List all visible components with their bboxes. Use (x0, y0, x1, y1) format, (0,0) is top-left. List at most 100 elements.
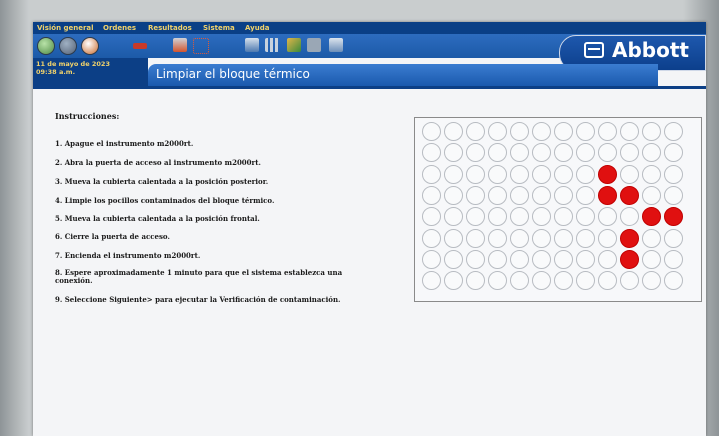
well (576, 122, 595, 141)
well (532, 164, 551, 184)
back-arrow-icon[interactable] (37, 37, 55, 55)
home-icon[interactable] (81, 37, 99, 55)
well (576, 228, 595, 248)
well (488, 143, 507, 163)
well (554, 185, 573, 205)
well (620, 207, 639, 227)
well (466, 228, 485, 248)
well (466, 185, 485, 205)
date-time-panel: 11 de mayo de 2023 09:38 a.m. (33, 58, 148, 86)
app-screen: Visión general Ordenes Resultados Sistem… (33, 22, 706, 436)
well (642, 185, 661, 205)
menu-resultados[interactable]: Resultados (148, 22, 192, 34)
well (444, 185, 463, 205)
well (422, 271, 441, 291)
well (510, 143, 529, 163)
well (466, 207, 485, 227)
well (422, 228, 441, 248)
well (664, 143, 683, 163)
well (422, 207, 441, 227)
well (510, 185, 529, 205)
well (532, 143, 551, 163)
well (642, 228, 661, 248)
well (532, 271, 551, 291)
well (642, 122, 661, 141)
well (488, 164, 507, 184)
menu-sistema[interactable]: Sistema (203, 22, 235, 34)
print-icon[interactable] (329, 38, 343, 52)
well (554, 207, 573, 227)
well (576, 143, 595, 163)
well (620, 122, 639, 141)
well (598, 271, 617, 291)
well (466, 164, 485, 184)
instruction-step-3: 3. Mueva la cubierta calentada a la posi… (55, 177, 269, 186)
well (664, 228, 683, 248)
well (444, 122, 463, 141)
well (444, 249, 463, 269)
brand-name: Abbott (612, 38, 689, 62)
instruction-step-5: 5. Mueva la cubierta calentada a la posi… (55, 214, 260, 223)
well (576, 249, 595, 269)
instructions-heading: Instrucciones: (55, 111, 120, 121)
instruction-step-4: 4. Limpie los pocillos contaminados del … (55, 196, 275, 205)
reagent-icon[interactable] (287, 38, 301, 52)
well (598, 207, 617, 227)
well (510, 164, 529, 184)
well (488, 249, 507, 269)
instruction-step-7: 7. Encienda el instrumento m2000rt. (55, 251, 201, 260)
menu-ordenes[interactable]: Ordenes (103, 22, 136, 34)
well (510, 228, 529, 248)
well (554, 271, 573, 291)
well (466, 143, 485, 163)
well (642, 271, 661, 291)
well (642, 164, 661, 184)
well (466, 122, 485, 141)
sample-icon[interactable] (173, 38, 187, 52)
well (510, 207, 529, 227)
page-title-bar: Limpiar el bloque térmico (148, 64, 658, 86)
menu-ayuda[interactable]: Ayuda (245, 22, 269, 34)
contaminated-well (620, 249, 639, 269)
well (664, 249, 683, 269)
well (444, 271, 463, 291)
well (488, 228, 507, 248)
menu-bar: Visión general Ordenes Resultados Sistem… (33, 22, 706, 34)
well (444, 164, 463, 184)
well (466, 271, 485, 291)
contaminated-well (598, 185, 617, 205)
well (554, 122, 573, 141)
menu-vision-general[interactable]: Visión general (37, 22, 94, 34)
barcode-icon[interactable] (265, 38, 279, 52)
well (642, 249, 661, 269)
contaminated-well (642, 207, 661, 227)
alert-icon[interactable] (133, 43, 147, 49)
well (664, 185, 683, 205)
title-divider (33, 86, 706, 89)
contaminated-well (620, 228, 639, 248)
contaminated-well (620, 185, 639, 205)
instruction-step-6: 6. Cierre la puerta de acceso. (55, 232, 170, 241)
well (598, 249, 617, 269)
tubes-icon[interactable] (193, 38, 209, 54)
well (576, 164, 595, 184)
well (554, 164, 573, 184)
well (488, 207, 507, 227)
forward-arrow-icon[interactable] (59, 37, 77, 55)
instruction-step-1: 1. Apague el instrumento m2000rt. (55, 139, 194, 148)
well (422, 143, 441, 163)
well (444, 143, 463, 163)
well (488, 122, 507, 141)
well (422, 185, 441, 205)
well (532, 185, 551, 205)
well (488, 271, 507, 291)
document-icon[interactable] (307, 38, 321, 52)
well (422, 164, 441, 184)
contaminated-well (664, 207, 683, 227)
well (554, 249, 573, 269)
well (510, 271, 529, 291)
well (598, 122, 617, 141)
instrument-icon[interactable] (245, 38, 259, 52)
well (598, 143, 617, 163)
current-date: 11 de mayo de 2023 (36, 60, 110, 68)
